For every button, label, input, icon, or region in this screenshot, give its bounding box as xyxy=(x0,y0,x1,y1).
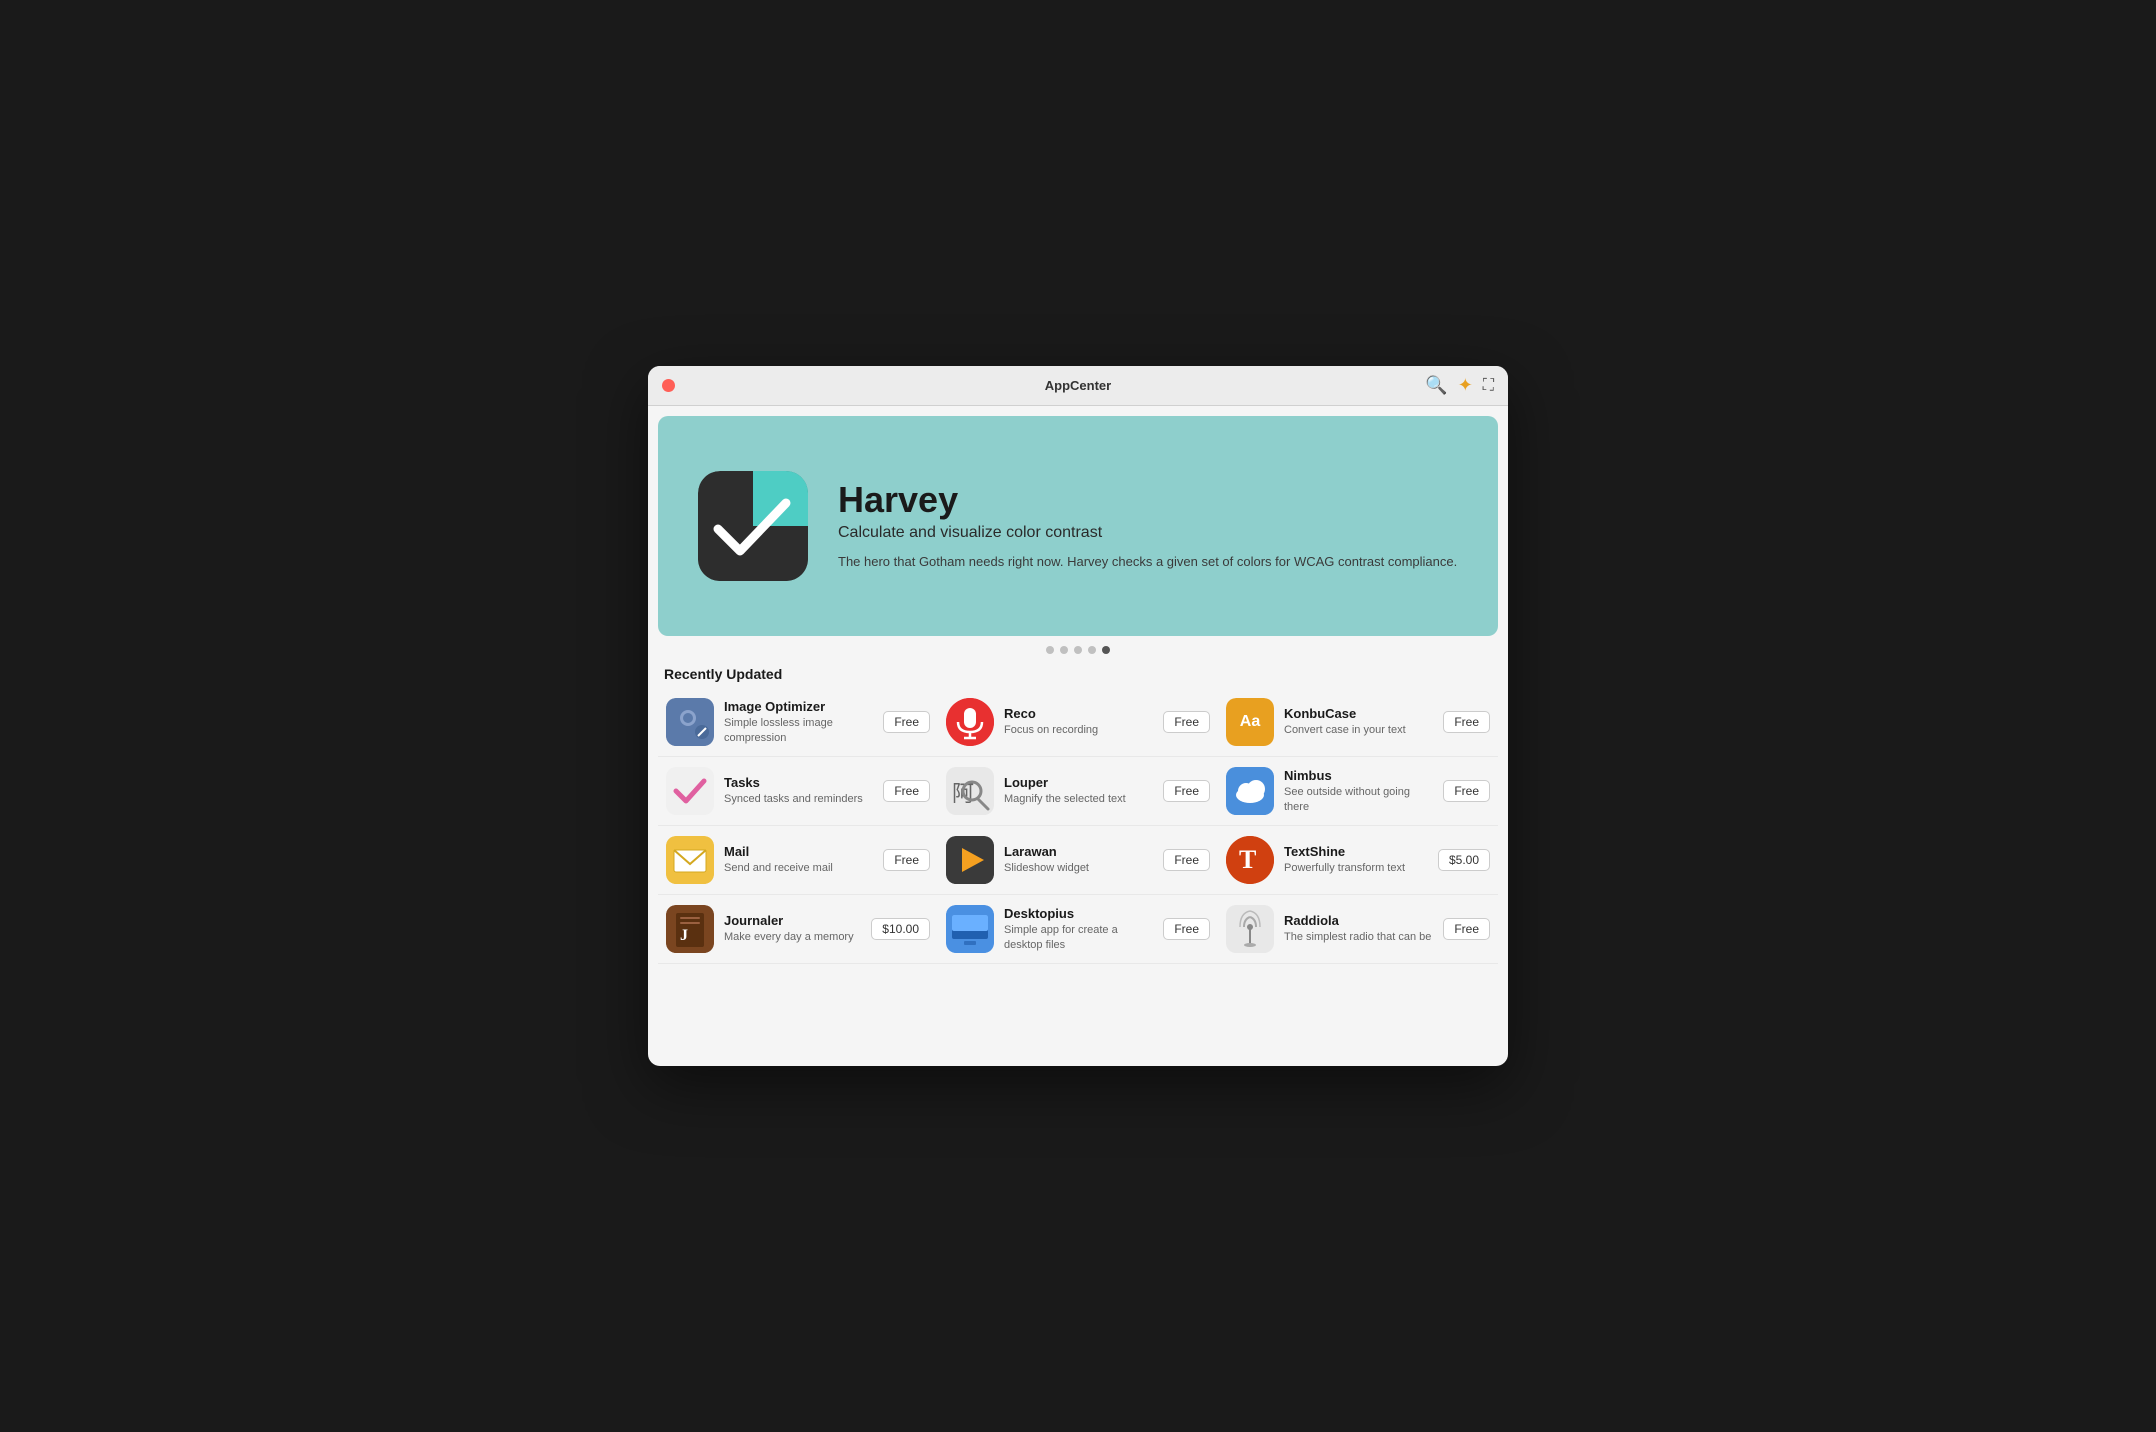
app-desc: Convert case in your text xyxy=(1284,723,1433,737)
svg-text:T: T xyxy=(1239,845,1256,874)
app-name: Reco xyxy=(1004,706,1153,721)
hero-app-name: Harvey xyxy=(838,480,1458,520)
list-item[interactable]: Mail Send and receive mail Free xyxy=(658,826,938,895)
expand-icon[interactable]: ⛶ xyxy=(1483,377,1494,395)
app-info: Larawan Slideshow widget xyxy=(1004,844,1153,875)
app-icon-textshine: T xyxy=(1226,836,1274,884)
dot-5[interactable] xyxy=(1102,646,1110,654)
app-name: Image Optimizer xyxy=(724,699,873,714)
app-desc: Focus on recording xyxy=(1004,723,1153,737)
app-icon-raddiola xyxy=(1226,905,1274,953)
list-item[interactable]: Reco Focus on recording Free xyxy=(938,688,1218,757)
list-item[interactable]: Desktopius Simple app for create a deskt… xyxy=(938,895,1218,964)
app-icon-tasks xyxy=(666,767,714,815)
dot-2[interactable] xyxy=(1060,646,1068,654)
app-desc: Powerfully transform text xyxy=(1284,861,1428,875)
app-icon-louper: 阿 xyxy=(946,767,994,815)
list-item[interactable]: Tasks Synced tasks and reminders Free xyxy=(658,757,938,826)
carousel-dots xyxy=(648,646,1508,654)
app-info: Desktopius Simple app for create a deskt… xyxy=(1004,906,1153,952)
app-desc: Magnify the selected text xyxy=(1004,792,1153,806)
app-name: Raddiola xyxy=(1284,913,1433,928)
app-info: Reco Focus on recording xyxy=(1004,706,1153,737)
app-desc: See outside without going there xyxy=(1284,785,1433,814)
free-button[interactable]: Free xyxy=(1163,711,1210,733)
search-icon[interactable]: 🔍 xyxy=(1425,375,1447,396)
gear-icon[interactable]: ✦ xyxy=(1458,375,1473,396)
titlebar-right: 🔍 ✦ ⛶ xyxy=(1425,375,1494,396)
app-name: Journaler xyxy=(724,913,861,928)
free-button[interactable]: Free xyxy=(883,849,930,871)
app-desc: Slideshow widget xyxy=(1004,861,1153,875)
hero-app-icon xyxy=(698,471,808,581)
app-icon-mail xyxy=(666,836,714,884)
app-desc: Make every day a memory xyxy=(724,930,861,944)
app-window: × AppCenter 🔍 ✦ ⛶ Harvey Calculate and v… xyxy=(648,366,1508,1066)
list-item[interactable]: Nimbus See outside without going there F… xyxy=(1218,757,1498,826)
app-info: Image Optimizer Simple lossless image co… xyxy=(724,699,873,745)
app-name: Tasks xyxy=(724,775,873,790)
app-icon-image-optimizer xyxy=(666,698,714,746)
price-button[interactable]: $10.00 xyxy=(871,918,930,940)
hero-tagline: Calculate and visualize color contrast xyxy=(838,524,1458,542)
svg-text:J: J xyxy=(680,927,688,944)
dot-4[interactable] xyxy=(1088,646,1096,654)
list-item[interactable]: Aa KonbuCase Convert case in your text F… xyxy=(1218,688,1498,757)
free-button[interactable]: Free xyxy=(883,780,930,802)
app-info: Nimbus See outside without going there xyxy=(1284,768,1433,814)
free-button[interactable]: Free xyxy=(1443,918,1490,940)
hero-text: Harvey Calculate and visualize color con… xyxy=(838,480,1458,571)
app-icon-reco xyxy=(946,698,994,746)
window-title: AppCenter xyxy=(1045,378,1111,393)
app-desc: The simplest radio that can be xyxy=(1284,930,1433,944)
app-name: Mail xyxy=(724,844,873,859)
free-button[interactable]: Free xyxy=(883,711,930,733)
app-info: TextShine Powerfully transform text xyxy=(1284,844,1428,875)
hero-description: The hero that Gotham needs right now. Ha… xyxy=(838,552,1458,572)
app-name: Desktopius xyxy=(1004,906,1153,921)
titlebar: × AppCenter 🔍 ✦ ⛶ xyxy=(648,366,1508,406)
app-info: Louper Magnify the selected text xyxy=(1004,775,1153,806)
app-name: TextShine xyxy=(1284,844,1428,859)
list-item[interactable]: Image Optimizer Simple lossless image co… xyxy=(658,688,938,757)
app-icon-journaler: J xyxy=(666,905,714,953)
dot-1[interactable] xyxy=(1046,646,1054,654)
app-desc: Simple lossless image compression xyxy=(724,716,873,745)
app-info: Mail Send and receive mail xyxy=(724,844,873,875)
app-name: KonbuCase xyxy=(1284,706,1433,721)
app-info: Tasks Synced tasks and reminders xyxy=(724,775,873,806)
price-button[interactable]: $5.00 xyxy=(1438,849,1490,871)
app-icon-nimbus xyxy=(1226,767,1274,815)
app-icon-larawan xyxy=(946,836,994,884)
free-button[interactable]: Free xyxy=(1163,849,1210,871)
app-info: Raddiola The simplest radio that can be xyxy=(1284,913,1433,944)
app-info: Journaler Make every day a memory xyxy=(724,913,861,944)
free-button[interactable]: Free xyxy=(1443,711,1490,733)
free-button[interactable]: Free xyxy=(1163,780,1210,802)
app-desc: Simple app for create a desktop files xyxy=(1004,923,1153,952)
app-desc: Send and receive mail xyxy=(724,861,873,875)
list-item[interactable]: T TextShine Powerfully transform text $5… xyxy=(1218,826,1498,895)
list-item[interactable]: 阿 Louper Magnify the selected text Free xyxy=(938,757,1218,826)
app-info: KonbuCase Convert case in your text xyxy=(1284,706,1433,737)
apps-grid: Image Optimizer Simple lossless image co… xyxy=(648,688,1508,974)
app-desc: Synced tasks and reminders xyxy=(724,792,873,806)
list-item[interactable]: J Journaler Make every day a memory $10.… xyxy=(658,895,938,964)
dot-3[interactable] xyxy=(1074,646,1082,654)
app-name: Louper xyxy=(1004,775,1153,790)
close-button[interactable]: × xyxy=(662,379,675,392)
app-name: Nimbus xyxy=(1284,768,1433,783)
app-icon-konbucase: Aa xyxy=(1226,698,1274,746)
hero-banner[interactable]: Harvey Calculate and visualize color con… xyxy=(658,416,1498,636)
app-icon-desktopius xyxy=(946,905,994,953)
free-button[interactable]: Free xyxy=(1443,780,1490,802)
app-name: Larawan xyxy=(1004,844,1153,859)
list-item[interactable]: Larawan Slideshow widget Free xyxy=(938,826,1218,895)
free-button[interactable]: Free xyxy=(1163,918,1210,940)
list-item[interactable]: Raddiola The simplest radio that can be … xyxy=(1218,895,1498,964)
section-title: Recently Updated xyxy=(648,658,1508,688)
titlebar-left: × xyxy=(662,379,675,392)
